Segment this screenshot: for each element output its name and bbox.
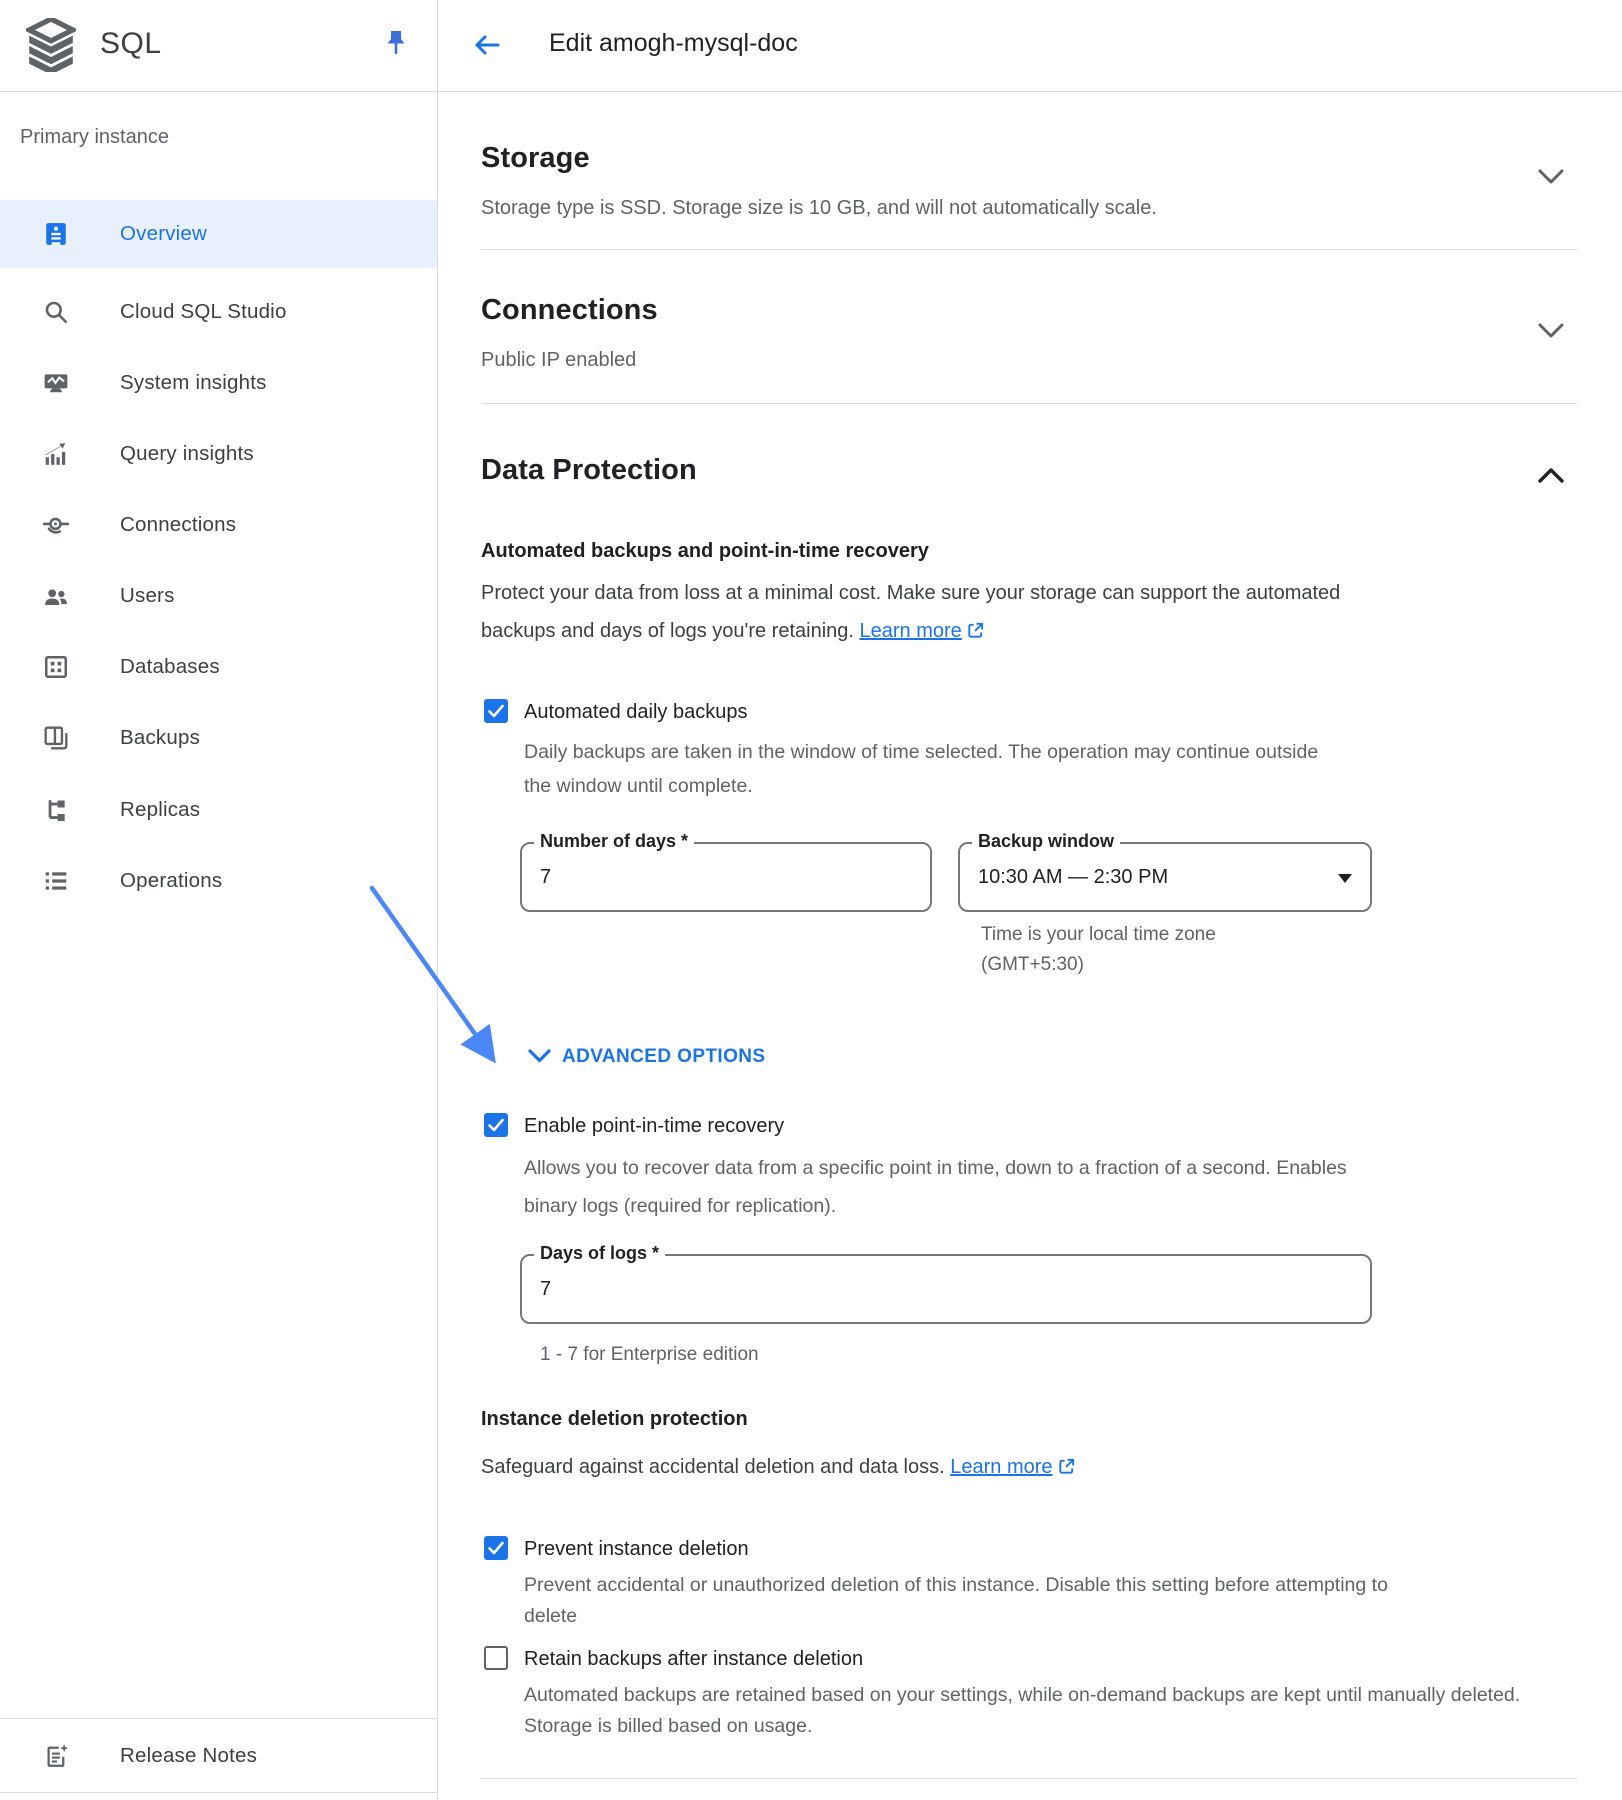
backup-window-field[interactable]: Backup window 10:30 AM — 2:30 PM — [958, 842, 1372, 912]
sidebar-item-label: Users — [120, 584, 175, 608]
system-insights-icon — [42, 369, 70, 397]
automated-daily-backups-description: Daily backups are taken in the window of… — [524, 735, 1334, 803]
backup-window-helper: Time is your local time zone (GMT+5:30) — [981, 920, 1256, 980]
data-protection-section-title: Data Protection — [481, 454, 697, 487]
sidebar-item-label: Release Notes — [120, 1744, 257, 1768]
days-of-logs-label: Days of logs * — [534, 1243, 665, 1264]
sidebar-footer-divider-top — [0, 1718, 437, 1719]
sidebar-item-connections[interactable]: Connections — [0, 492, 437, 558]
sidebar-item-users[interactable]: Users — [0, 563, 437, 629]
query-insights-icon — [42, 440, 70, 468]
storage-section-description: Storage type is SSD. Storage size is 10 … — [481, 197, 1157, 220]
number-of-days-label: Number of days * — [534, 831, 694, 852]
release-notes-icon — [42, 1742, 70, 1770]
sidebar-item-release-notes[interactable]: Release Notes — [0, 1722, 437, 1790]
sidebar-item-label: Cloud SQL Studio — [120, 300, 287, 324]
automated-backups-heading: Automated backups and point-in-time reco… — [481, 540, 929, 563]
product-title: SQL — [100, 27, 162, 61]
databases-icon — [42, 653, 70, 681]
section-divider — [481, 403, 1577, 404]
back-arrow-icon[interactable] — [471, 29, 503, 61]
automated-backups-description: Protect your data from loss at a minimal… — [481, 574, 1386, 653]
sidebar-border — [437, 0, 438, 1800]
sidebar-item-label: Connections — [120, 513, 236, 537]
sidebar-item-label: Overview — [120, 222, 207, 246]
overview-icon — [42, 220, 70, 248]
sidebar-item-backups[interactable]: Backups — [0, 705, 437, 771]
header-divider — [0, 91, 1622, 92]
sidebar-item-label: Backups — [120, 726, 200, 750]
sidebar-item-system-insights[interactable]: System insights — [0, 350, 437, 416]
point-in-time-recovery-checkbox[interactable] — [484, 1113, 508, 1137]
sidebar-item-overview[interactable]: Overview — [0, 200, 437, 268]
section-divider — [481, 249, 1577, 250]
days-of-logs-field[interactable]: Days of logs * — [520, 1254, 1372, 1324]
sidebar-item-replicas[interactable]: Replicas — [0, 777, 437, 843]
prevent-instance-deletion-label: Prevent instance deletion — [524, 1538, 749, 1561]
connections-section-description: Public IP enabled — [481, 349, 636, 372]
retain-backups-description: Automated backups are retained based on … — [524, 1680, 1529, 1742]
deletion-protection-heading: Instance deletion protection — [481, 1408, 748, 1431]
prevent-instance-deletion-checkbox[interactable] — [484, 1536, 508, 1560]
retain-backups-label: Retain backups after instance deletion — [524, 1648, 863, 1671]
deletion-protection-description: Safeguard against accidental deletion an… — [481, 1450, 1541, 1487]
learn-more-link[interactable]: Learn more — [860, 620, 962, 642]
sidebar-section-label: Primary instance — [20, 126, 169, 149]
section-divider — [481, 1778, 1577, 1779]
storage-section-title: Storage — [481, 142, 590, 175]
learn-more-link[interactable]: Learn more — [950, 1456, 1052, 1478]
sidebar-item-databases[interactable]: Databases — [0, 634, 437, 700]
automated-daily-backups-checkbox[interactable] — [484, 699, 508, 723]
sidebar-item-query-insights[interactable]: Query insights — [0, 421, 437, 487]
advanced-options-chevron-icon[interactable] — [527, 1048, 552, 1069]
point-in-time-recovery-label: Enable point-in-time recovery — [524, 1115, 784, 1138]
sidebar-item-cloud-sql-studio[interactable]: Cloud SQL Studio — [0, 279, 437, 345]
chevron-down-icon[interactable] — [1537, 322, 1565, 345]
backup-window-value: 10:30 AM — 2:30 PM — [960, 866, 1288, 889]
chevron-up-icon[interactable] — [1537, 466, 1565, 489]
search-icon — [42, 298, 70, 326]
replicas-icon — [42, 796, 70, 824]
sql-logo-icon — [26, 18, 76, 72]
connections-section-title: Connections — [481, 294, 658, 327]
sidebar-footer-divider-bottom — [0, 1792, 437, 1793]
page-title: Edit amogh-mysql-doc — [549, 29, 798, 58]
backups-icon — [42, 724, 70, 752]
number-of-days-input[interactable] — [522, 866, 848, 889]
sidebar-item-operations[interactable]: Operations — [0, 848, 437, 914]
days-of-logs-input[interactable] — [522, 1278, 1200, 1301]
chevron-down-icon[interactable] — [1537, 168, 1565, 191]
sidebar: SQL Primary instance Overview Cloud SQL … — [0, 0, 437, 1800]
connections-icon — [42, 511, 70, 539]
prevent-instance-deletion-description: Prevent accidental or unauthorized delet… — [524, 1570, 1404, 1632]
automated-daily-backups-label: Automated daily backups — [524, 701, 747, 724]
operations-icon — [42, 867, 70, 895]
sidebar-item-label: Query insights — [120, 442, 254, 466]
retain-backups-checkbox[interactable] — [484, 1646, 508, 1670]
pin-icon[interactable] — [384, 28, 408, 62]
number-of-days-field[interactable]: Number of days * — [520, 842, 932, 912]
external-link-icon — [966, 615, 985, 653]
backup-window-label: Backup window — [972, 831, 1120, 852]
point-in-time-recovery-description: Allows you to recover data from a specif… — [524, 1149, 1374, 1225]
sidebar-item-label: System insights — [120, 371, 267, 395]
days-of-logs-helper: 1 - 7 for Enterprise edition — [540, 1340, 759, 1370]
sidebar-item-label: Replicas — [120, 798, 200, 822]
users-icon — [42, 582, 70, 610]
external-link-icon — [1057, 1453, 1076, 1487]
dropdown-arrow-icon — [1338, 874, 1352, 883]
sidebar-item-label: Operations — [120, 869, 222, 893]
advanced-options-button[interactable]: ADVANCED OPTIONS — [562, 1046, 765, 1068]
sidebar-item-label: Databases — [120, 655, 220, 679]
